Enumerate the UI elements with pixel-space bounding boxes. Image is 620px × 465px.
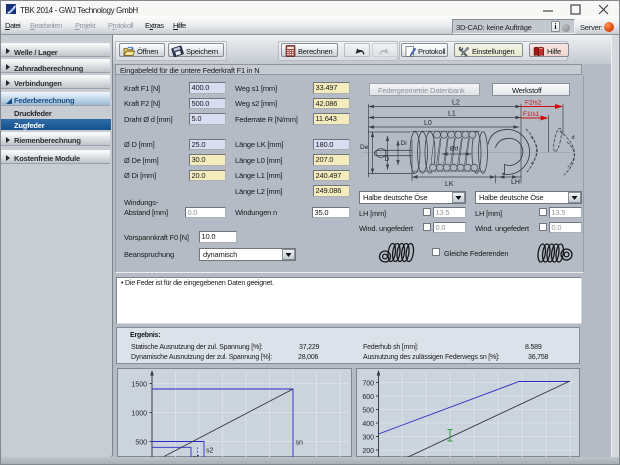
svg-text:L2: L2: [452, 100, 460, 107]
svg-text:Ød: Ød: [450, 146, 459, 153]
svg-text:600: 600: [362, 394, 374, 401]
svg-text:1000: 1000: [131, 411, 147, 418]
svg-text:300: 300: [362, 435, 374, 442]
svg-text:500: 500: [362, 408, 374, 415]
svg-text:sn: sn: [296, 440, 304, 447]
svg-text:F2/s2: F2/s2: [525, 100, 542, 107]
svg-text:500: 500: [135, 440, 147, 447]
svg-text:L1: L1: [448, 111, 456, 118]
svg-text:s2: s2: [206, 448, 214, 455]
svg-text:Di: Di: [401, 140, 407, 147]
svg-text:L0: L0: [424, 120, 432, 127]
svg-text:F1/s1: F1/s1: [523, 111, 540, 118]
svg-text:700: 700: [362, 381, 374, 388]
svg-text:200: 200: [362, 448, 374, 455]
svg-text:De: De: [360, 144, 369, 151]
svg-text:d: d: [572, 135, 575, 141]
svg-text:400: 400: [362, 421, 374, 428]
svg-text:LK: LK: [445, 181, 454, 188]
svg-text:D: D: [385, 156, 390, 163]
svg-text:1500: 1500: [131, 382, 147, 389]
svg-text:LH: LH: [511, 179, 520, 186]
